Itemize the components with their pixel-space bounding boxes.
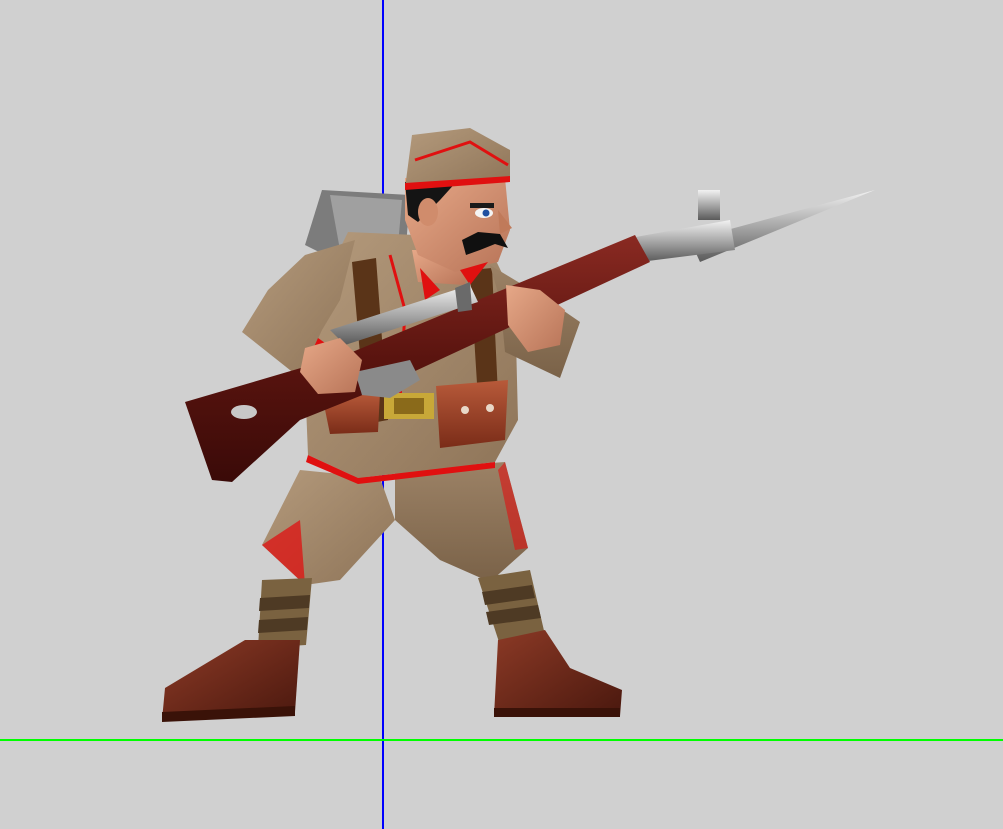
left-puttee [258,578,312,648]
ammo-pouch-right [436,380,508,448]
model-viewport[interactable] [0,0,1003,829]
left-leg [262,470,395,585]
soldier-model-render [0,0,1003,829]
right-boot [494,630,622,716]
